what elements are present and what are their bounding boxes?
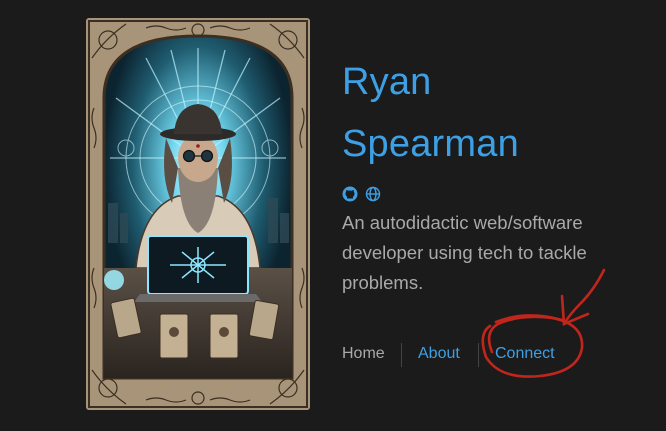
nav-link-about[interactable]: About	[418, 345, 460, 363]
profile-name-first: Ryan	[342, 61, 432, 103]
annotation-circle-arrow	[481, 268, 606, 378]
profile-portrait-image	[86, 18, 310, 410]
nav-link-home[interactable]: Home	[342, 345, 385, 363]
github-link[interactable]	[342, 186, 358, 207]
profile-name-last: Spearman	[342, 123, 519, 165]
globe-icon	[365, 186, 381, 202]
website-link[interactable]	[365, 186, 381, 207]
nav-divider	[401, 343, 402, 367]
github-icon	[342, 186, 358, 202]
